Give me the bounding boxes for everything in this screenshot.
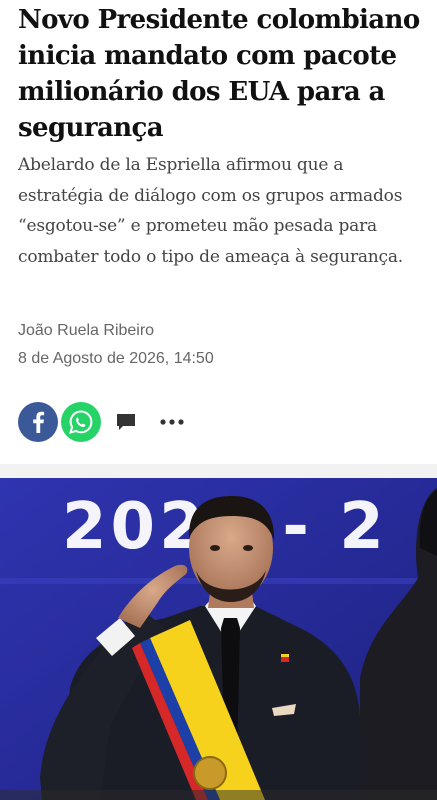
whatsapp-icon — [69, 410, 93, 434]
hero-image[interactable]: 2026 - 2 — [0, 478, 437, 800]
facebook-share-button[interactable] — [18, 402, 58, 442]
more-options-button[interactable] — [152, 402, 192, 442]
share-bar — [18, 401, 192, 443]
section-divider — [0, 464, 437, 478]
president-salute-photo: 2026 - 2 — [0, 478, 437, 800]
more-options-icon — [160, 419, 184, 425]
facebook-icon — [33, 411, 45, 433]
comments-button[interactable] — [106, 402, 146, 442]
article-headline: Novo Presidente colombiano inicia mandat… — [18, 5, 420, 143]
article-author[interactable]: João Ruela Ribeiro — [18, 320, 154, 342]
article-lead: Abelardo de la Espriella afirmou que a e… — [18, 155, 404, 267]
comment-icon — [117, 414, 135, 430]
article-date: 8 de Agosto de 2026, 14:50 — [18, 350, 214, 367]
whatsapp-share-button[interactable] — [61, 402, 101, 442]
